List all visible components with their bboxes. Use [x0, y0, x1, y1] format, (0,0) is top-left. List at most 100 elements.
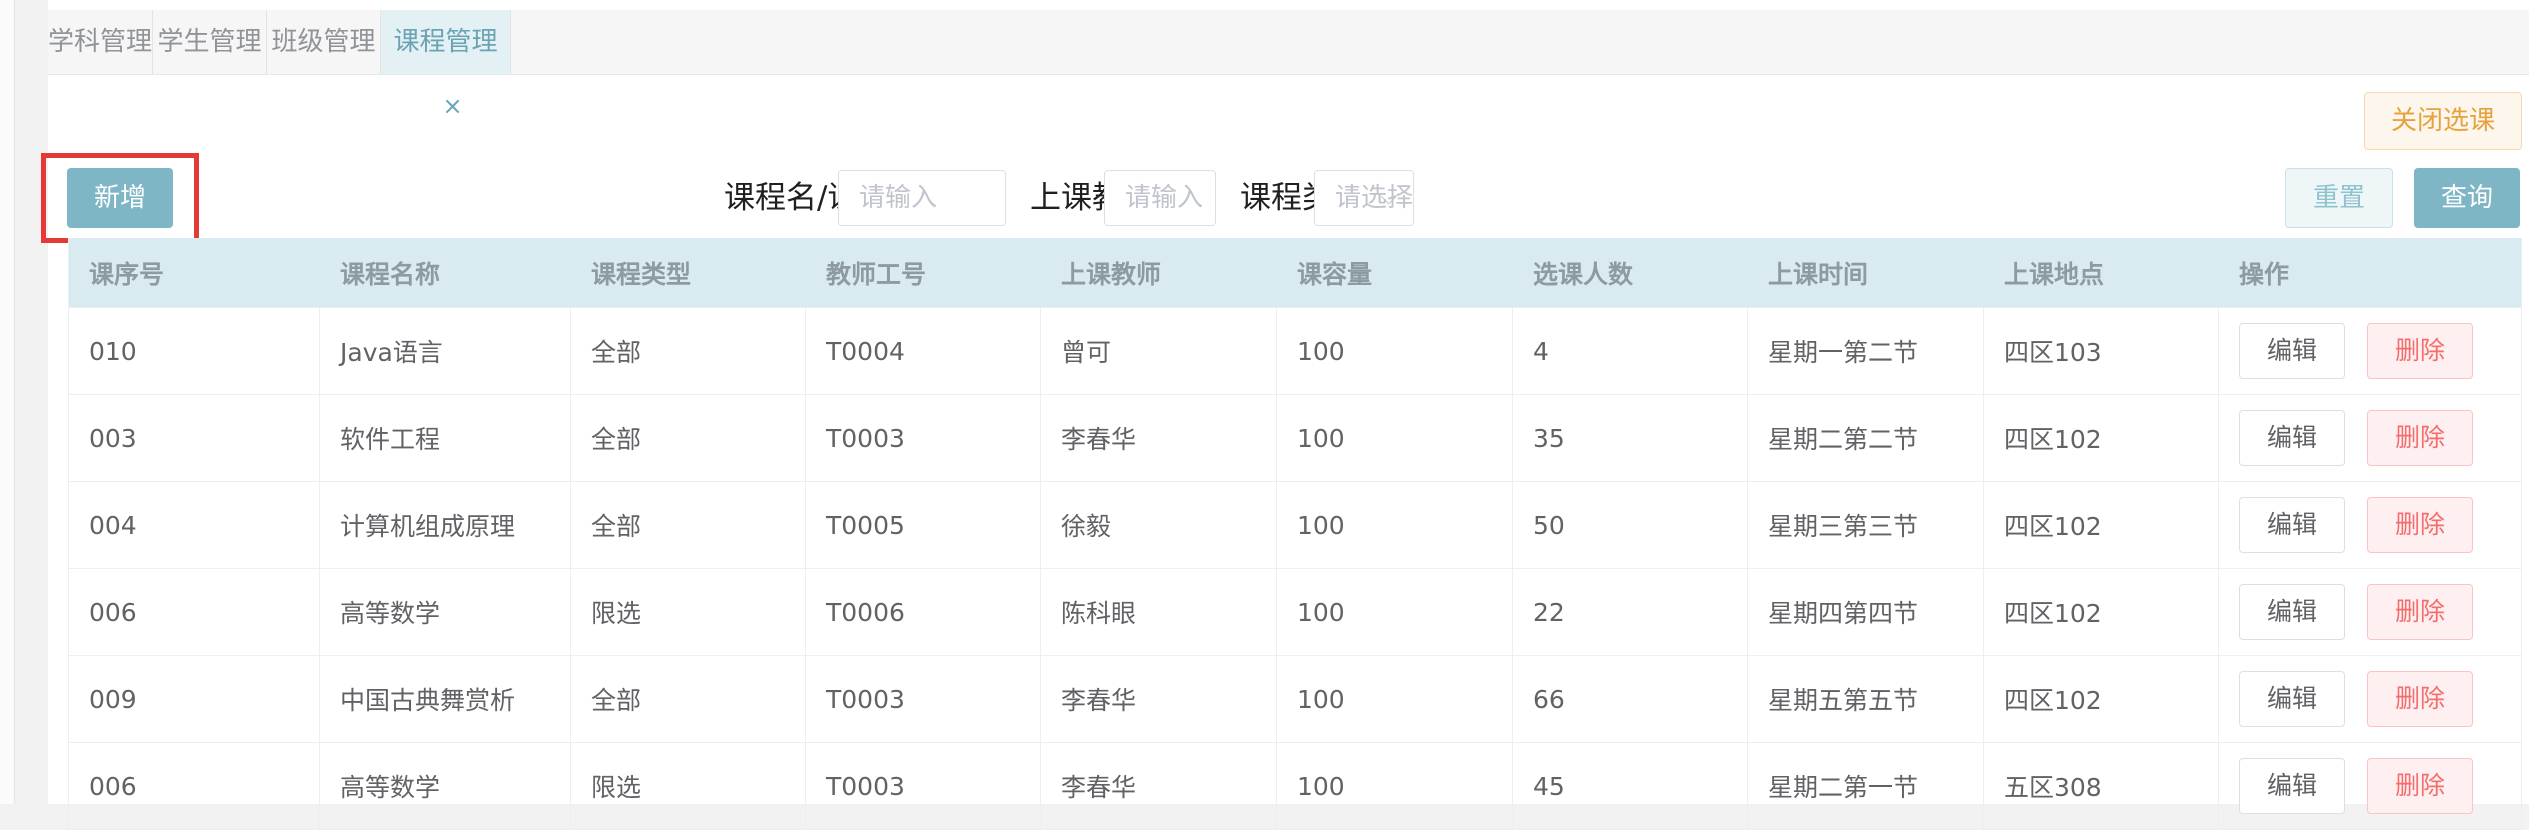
cell-teacher-id: T0006 — [806, 569, 1041, 655]
header-location: 上课地点 — [2004, 259, 2105, 289]
cell-course-type: 限选 — [571, 569, 806, 655]
tab-label: 课程管理 — [393, 27, 498, 57]
delete-button[interactable]: 删除 — [2367, 671, 2473, 727]
cell-capacity: 100 — [1277, 308, 1513, 394]
cell-enrolled: 66 — [1513, 656, 1748, 742]
edit-button[interactable]: 编辑 — [2239, 758, 2345, 814]
cell-teacher-id: T0004 — [806, 308, 1041, 394]
cell-location: 四区102 — [1984, 656, 2219, 742]
cell-location: 四区103 — [1984, 308, 2219, 394]
table-row: 003 软件工程 全部 T0003 李春华 100 35 星期二第二节 四区102 编辑 删除 — [69, 395, 2521, 482]
delete-button[interactable]: 删除 — [2367, 584, 2473, 640]
cell-course-name: 计算机组成原理 — [320, 482, 571, 568]
delete-button[interactable]: 删除 — [2367, 497, 2473, 553]
table-row: 006 高等数学 限选 T0006 陈科眼 100 22 星期四第四节 四区102 编辑 删除 — [69, 569, 2521, 656]
cell-course-type: 全部 — [571, 482, 806, 568]
header-time: 上课时间 — [1768, 259, 1869, 289]
cell-course-number: 004 — [69, 482, 320, 568]
table-row: 010 Java语言 全部 T0004 曾可 100 4 星期一第二节 四区103 编辑 删除 — [69, 308, 2521, 395]
course-search-input[interactable]: 请输入 — [838, 170, 1006, 226]
table-row: 009 中国古典舞赏析 全部 T0003 李春华 100 66 星期五第五节 四区102 编辑 删除 — [69, 656, 2521, 743]
edit-button[interactable]: 编辑 — [2239, 410, 2345, 466]
tab-course-management[interactable]: 课程管理 × — [381, 10, 511, 120]
delete-button[interactable]: 删除 — [2367, 410, 2473, 466]
table-row: 006 高等数学 限选 T0003 李春华 100 45 星期二第一节 五区308 编辑 删除 — [69, 743, 2521, 830]
delete-button[interactable]: 删除 — [2367, 758, 2473, 814]
close-icon[interactable]: × — [442, 92, 462, 120]
reset-button[interactable]: 重置 — [2285, 168, 2393, 228]
header-teacher: 上课教师 — [1061, 259, 1162, 289]
cell-teacher: 李春华 — [1041, 743, 1277, 829]
cell-capacity: 100 — [1277, 656, 1513, 742]
tab-student-management[interactable]: 学生管理 — [153, 10, 267, 74]
header-enrolled: 选课人数 — [1533, 259, 1634, 289]
table-row: 004 计算机组成原理 全部 T0005 徐毅 100 50 星期三第三节 四区102 编辑 删除 — [69, 482, 2521, 569]
cell-time: 星期三第三节 — [1748, 482, 1984, 568]
header-course-name: 课程名称 — [340, 259, 441, 289]
cell-actions: 编辑 删除 — [2219, 656, 2519, 742]
course-table: 课序号 课程名称 课程类型 教师工号 上课教师 课容量 选课人数 上课时间 上课… — [68, 238, 2522, 830]
cell-teacher: 曾可 — [1041, 308, 1277, 394]
edit-button[interactable]: 编辑 — [2239, 671, 2345, 727]
cell-course-number: 010 — [69, 308, 320, 394]
header-actions: 操作 — [2239, 259, 2290, 289]
tab-subject-management[interactable]: 学科管理 — [48, 10, 153, 74]
teacher-search-input[interactable]: 请输入 — [1104, 170, 1216, 226]
main-content: 学科管理 学生管理 班级管理 课程管理× 关闭选课 新增 课程名/课序号 请输入… — [41, 0, 2529, 830]
tab-bar: 学科管理 学生管理 班级管理 课程管理 × — [48, 10, 2529, 120]
cell-actions: 编辑 删除 — [2219, 569, 2519, 655]
cell-enrolled: 45 — [1513, 743, 1748, 829]
cell-teacher-id: T0003 — [806, 395, 1041, 481]
cell-course-type: 全部 — [571, 395, 806, 481]
cell-time: 星期二第一节 — [1748, 743, 1984, 829]
header-capacity: 课容量 — [1297, 259, 1373, 289]
table-body: 010 Java语言 全部 T0004 曾可 100 4 星期一第二节 四区103 编辑 删除 003… — [69, 308, 2521, 830]
tab-label: 学科管理 — [48, 27, 153, 57]
side-panel-edge — [0, 0, 15, 804]
cell-location: 五区308 — [1984, 743, 2219, 829]
cell-location: 四区102 — [1984, 395, 2219, 481]
header-course-number: 课序号 — [89, 259, 165, 289]
edit-button[interactable]: 编辑 — [2239, 323, 2345, 379]
cell-teacher-id: T0003 — [806, 656, 1041, 742]
cell-time: 星期五第五节 — [1748, 656, 1984, 742]
cell-time: 星期一第二节 — [1748, 308, 1984, 394]
edit-button[interactable]: 编辑 — [2239, 584, 2345, 640]
cell-time: 星期四第四节 — [1748, 569, 1984, 655]
cell-capacity: 100 — [1277, 569, 1513, 655]
cell-capacity: 100 — [1277, 743, 1513, 829]
delete-button[interactable]: 删除 — [2367, 323, 2473, 379]
cell-course-number: 006 — [69, 569, 320, 655]
chevron-down-icon: ⌵ — [1380, 185, 1397, 210]
cell-enrolled: 4 — [1513, 308, 1748, 394]
header-teacher-id: 教师工号 — [826, 259, 927, 289]
cell-course-name: 软件工程 — [320, 395, 571, 481]
cell-course-number: 003 — [69, 395, 320, 481]
cell-course-number: 009 — [69, 656, 320, 742]
add-button[interactable]: 新增 — [67, 168, 173, 228]
close-course-selection-button[interactable]: 关闭选课 — [2364, 92, 2522, 150]
cell-teacher: 李春华 — [1041, 395, 1277, 481]
cell-location: 四区102 — [1984, 482, 2219, 568]
table-header-row: 课序号 课程名称 课程类型 教师工号 上课教师 课容量 选课人数 上课时间 上课… — [69, 238, 2521, 308]
cell-course-type: 全部 — [571, 308, 806, 394]
edit-button[interactable]: 编辑 — [2239, 497, 2345, 553]
course-type-select[interactable]: 请选择 ⌵ — [1314, 170, 1414, 226]
cell-course-type: 限选 — [571, 743, 806, 829]
cell-teacher: 李春华 — [1041, 656, 1277, 742]
cell-teacher-id: T0005 — [806, 482, 1041, 568]
query-button[interactable]: 查询 — [2414, 168, 2520, 228]
tab-class-management[interactable]: 班级管理 — [267, 10, 381, 74]
tab-label: 学生管理 — [157, 27, 262, 57]
cell-enrolled: 35 — [1513, 395, 1748, 481]
cell-capacity: 100 — [1277, 395, 1513, 481]
cell-actions: 编辑 删除 — [2219, 395, 2519, 481]
cell-course-number: 006 — [69, 743, 320, 829]
header-course-type: 课程类型 — [591, 259, 692, 289]
cell-teacher-id: T0003 — [806, 743, 1041, 829]
cell-course-type: 全部 — [571, 656, 806, 742]
select-placeholder: 请选择 — [1335, 183, 1414, 213]
tab-label: 班级管理 — [271, 27, 376, 57]
cell-time: 星期二第二节 — [1748, 395, 1984, 481]
cell-course-name: 高等数学 — [320, 569, 571, 655]
